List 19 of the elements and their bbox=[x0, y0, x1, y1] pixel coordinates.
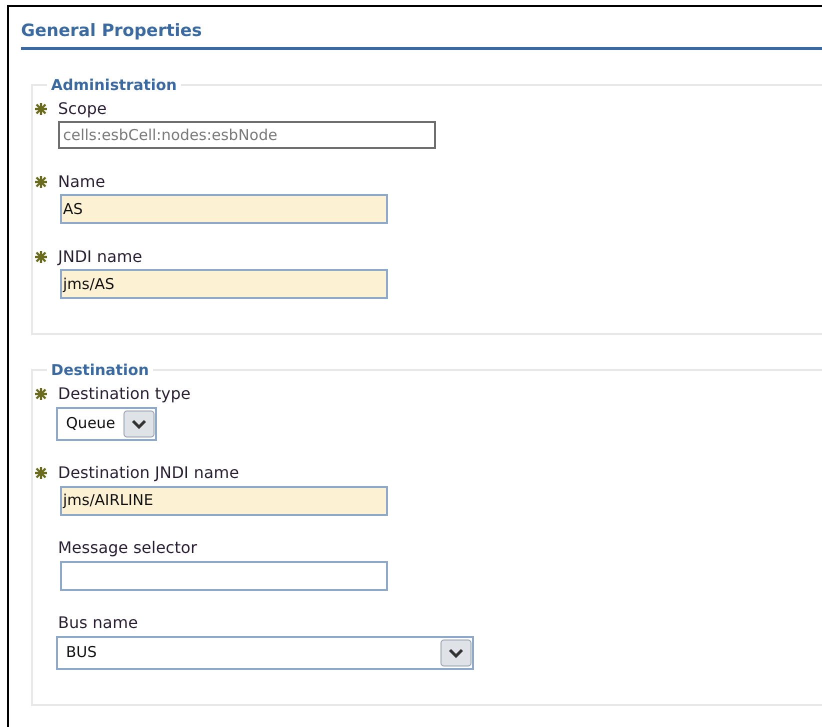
fieldset-legend: Destination bbox=[47, 359, 153, 382]
text-field[interactable]: AS bbox=[60, 194, 388, 224]
field-label: Message selector bbox=[58, 537, 198, 559]
text-field[interactable] bbox=[60, 560, 388, 590]
fieldset-legend: Administration bbox=[47, 74, 181, 96]
field-label: Destination type bbox=[58, 383, 191, 405]
field-label: Bus name bbox=[58, 612, 138, 634]
text-field[interactable]: jms/AIRLINE bbox=[60, 486, 388, 516]
field-label: Scope bbox=[58, 98, 107, 120]
field-label: Destination JNDI name bbox=[58, 462, 240, 484]
scope-field[interactable]: cells:esbCell:nodes:esbNode bbox=[58, 121, 436, 149]
text-field[interactable]: jms/AS bbox=[60, 269, 388, 299]
dropdown[interactable]: BUS bbox=[56, 636, 474, 670]
section-title: General Properties bbox=[21, 19, 822, 50]
field-label: Name bbox=[58, 170, 106, 192]
chevron-down-icon bbox=[440, 638, 472, 666]
field-label: JNDI name bbox=[58, 246, 142, 268]
chevron-down-icon bbox=[123, 410, 156, 438]
dropdown[interactable]: Queue bbox=[56, 406, 158, 440]
